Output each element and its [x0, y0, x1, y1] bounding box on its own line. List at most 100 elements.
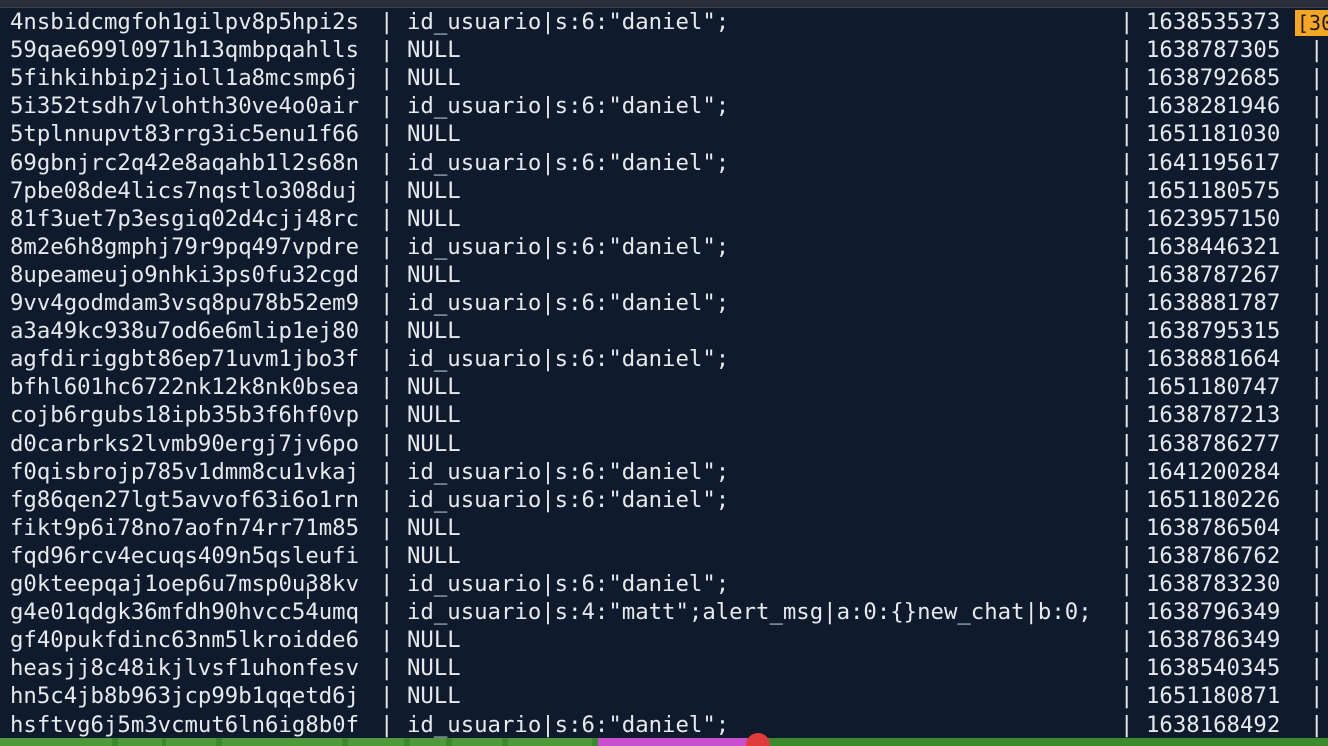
- session-id-cell: agfdiriggbt86ep71uvm1jbo3f: [10, 346, 360, 373]
- column-separator: |: [380, 177, 394, 204]
- column-separator: |: [1310, 205, 1324, 232]
- status-segment: [118, 738, 162, 746]
- session-data-cell: id_usuario|s:6:"daniel";: [407, 458, 730, 485]
- status-segment: [166, 738, 216, 746]
- session-id-cell: g4e01qdgk36mfdh90hvcc54umq: [10, 599, 360, 626]
- timestamp-cell: 1651180575: [1146, 177, 1281, 204]
- column-separator: |: [380, 374, 394, 401]
- column-separator: |: [380, 121, 394, 148]
- session-data-cell: id_usuario|s:4:"matt";alert_msg|a:0:{}ne…: [407, 599, 1092, 626]
- session-id-cell: 5i352tsdh7vlohth30ve4o0air: [10, 93, 360, 120]
- timestamp-cell: 1651181030: [1146, 121, 1281, 148]
- column-separator: |: [380, 9, 394, 35]
- session-data-cell: NULL: [407, 514, 461, 541]
- session-id-cell: 81f3uet7p3esgiq02d4cjj48rc: [10, 205, 360, 232]
- timestamp-cell: 1638446321: [1146, 233, 1281, 260]
- timestamp-cell: 1651180747: [1146, 374, 1281, 401]
- column-separator: |: [1310, 261, 1324, 288]
- column-separator: |: [1310, 683, 1324, 710]
- column-separator: |: [1120, 233, 1134, 260]
- column-separator: |: [1120, 627, 1134, 654]
- session-data-cell: id_usuario|s:6:"daniel";: [407, 571, 730, 597]
- timestamp-cell: 1638792685: [1146, 65, 1281, 92]
- session-id-cell: 8upeameujo9nhki3ps0fu32cgd: [10, 261, 360, 288]
- column-separator: |: [1120, 261, 1134, 288]
- column-separator: |: [1310, 177, 1324, 204]
- session-id-cell: bfhl601hc6722nk12k8nk0bsea: [10, 374, 360, 401]
- column-separator: |: [380, 65, 394, 92]
- column-separator: |: [1310, 571, 1324, 597]
- session-data-cell: NULL: [407, 542, 461, 569]
- timestamp-cell: 1638787213: [1146, 402, 1281, 429]
- column-separator: |: [380, 318, 394, 345]
- timestamp-cell: 1638787267: [1146, 261, 1281, 288]
- column-separator: |: [380, 290, 394, 316]
- timestamp-cell: 1638787305: [1146, 37, 1281, 64]
- column-separator: |: [380, 430, 394, 457]
- column-separator: |: [380, 37, 394, 64]
- session-id-cell: 4nsbidcmgfoh1gilpv8p5hpi2s: [10, 9, 360, 35]
- column-separator: |: [380, 514, 394, 541]
- session-id-cell: 8m2e6h8gmphj79r9pq497vpdre: [10, 233, 360, 260]
- timestamp-cell: 1651180226: [1146, 486, 1281, 513]
- column-separator: |: [1120, 402, 1134, 429]
- column-separator: |: [1120, 486, 1134, 513]
- session-data-cell: NULL: [407, 627, 461, 654]
- status-segment: [410, 738, 446, 746]
- column-separator: |: [380, 261, 394, 288]
- column-separator: |: [1310, 711, 1324, 738]
- timestamp-cell: 1638795315: [1146, 318, 1281, 345]
- column-separator: |: [1120, 290, 1134, 316]
- timestamp-cell: 1638540345: [1146, 655, 1281, 682]
- session-id-cell: 5fihkihbip2jioll1a8mcsmp6j: [10, 65, 360, 92]
- column-separator: |: [1120, 430, 1134, 457]
- timestamp-cell: 1623957150: [1146, 205, 1281, 232]
- column-separator: |: [1310, 402, 1324, 429]
- status-segment: [508, 738, 592, 746]
- timestamp-cell: 1641195617: [1146, 149, 1281, 176]
- session-id-cell: 5tplnnupvt83rrg3ic5enu1f66: [10, 121, 360, 148]
- column-separator: |: [1310, 374, 1324, 401]
- timestamp-cell: 1641200284: [1146, 458, 1281, 485]
- column-separator: |: [1120, 683, 1134, 710]
- column-separator: |: [1310, 121, 1324, 148]
- terminal-output[interactable]: 4nsbidcmgfoh1gilpv8p5hpi2s | id_usuario|s:…: [0, 7, 1328, 738]
- column-separator: |: [1310, 627, 1324, 654]
- session-id-cell: cojb6rgubs18ipb35b3f6hf0vp: [10, 402, 360, 429]
- session-id-cell: hn5c4jb8b963jcp99b1qqetd6j: [10, 683, 360, 710]
- column-separator: |: [1310, 430, 1324, 457]
- session-id-cell: hsftvg6j5m3vcmut6ln6ig8b0f: [10, 711, 360, 738]
- column-separator: |: [380, 402, 394, 429]
- column-separator: |: [1310, 149, 1324, 176]
- status-segment: [348, 738, 404, 746]
- column-separator: |: [1120, 346, 1134, 373]
- session-id-cell: 7pbe08de4lics7nqstlo308duj: [10, 177, 360, 204]
- column-separator: |: [380, 458, 394, 485]
- column-separator: |: [1120, 93, 1134, 120]
- column-separator: |: [1120, 9, 1134, 35]
- session-data-cell: NULL: [407, 430, 461, 457]
- session-id-cell: 59qae699l0971h13qmbpqahlls: [10, 37, 360, 64]
- column-separator: |: [1120, 599, 1134, 626]
- column-separator: |: [380, 486, 394, 513]
- column-separator: |: [1120, 177, 1134, 204]
- status-segment: [598, 738, 748, 746]
- timestamp-cell: 1638786762: [1146, 542, 1281, 569]
- timestamp-cell: 1638786504: [1146, 514, 1281, 541]
- column-separator: |: [1120, 37, 1134, 64]
- column-separator: |: [1310, 290, 1324, 316]
- timestamp-cell: 1638796349: [1146, 599, 1281, 626]
- column-separator: |: [1120, 374, 1134, 401]
- session-data-cell: id_usuario|s:6:"daniel";: [407, 93, 730, 120]
- session-data-cell: NULL: [407, 318, 461, 345]
- column-separator: |: [1120, 318, 1134, 345]
- column-separator: |: [380, 655, 394, 682]
- timestamp-cell: 1638783230: [1146, 571, 1281, 597]
- session-data-cell: NULL: [407, 65, 461, 92]
- session-data-cell: NULL: [407, 402, 461, 429]
- column-separator: |: [1310, 346, 1324, 373]
- timestamp-cell: 1638535373: [1146, 9, 1281, 35]
- session-data-cell: id_usuario|s:6:"daniel";: [407, 290, 730, 316]
- column-separator: |: [1120, 121, 1134, 148]
- session-data-cell: NULL: [407, 205, 461, 232]
